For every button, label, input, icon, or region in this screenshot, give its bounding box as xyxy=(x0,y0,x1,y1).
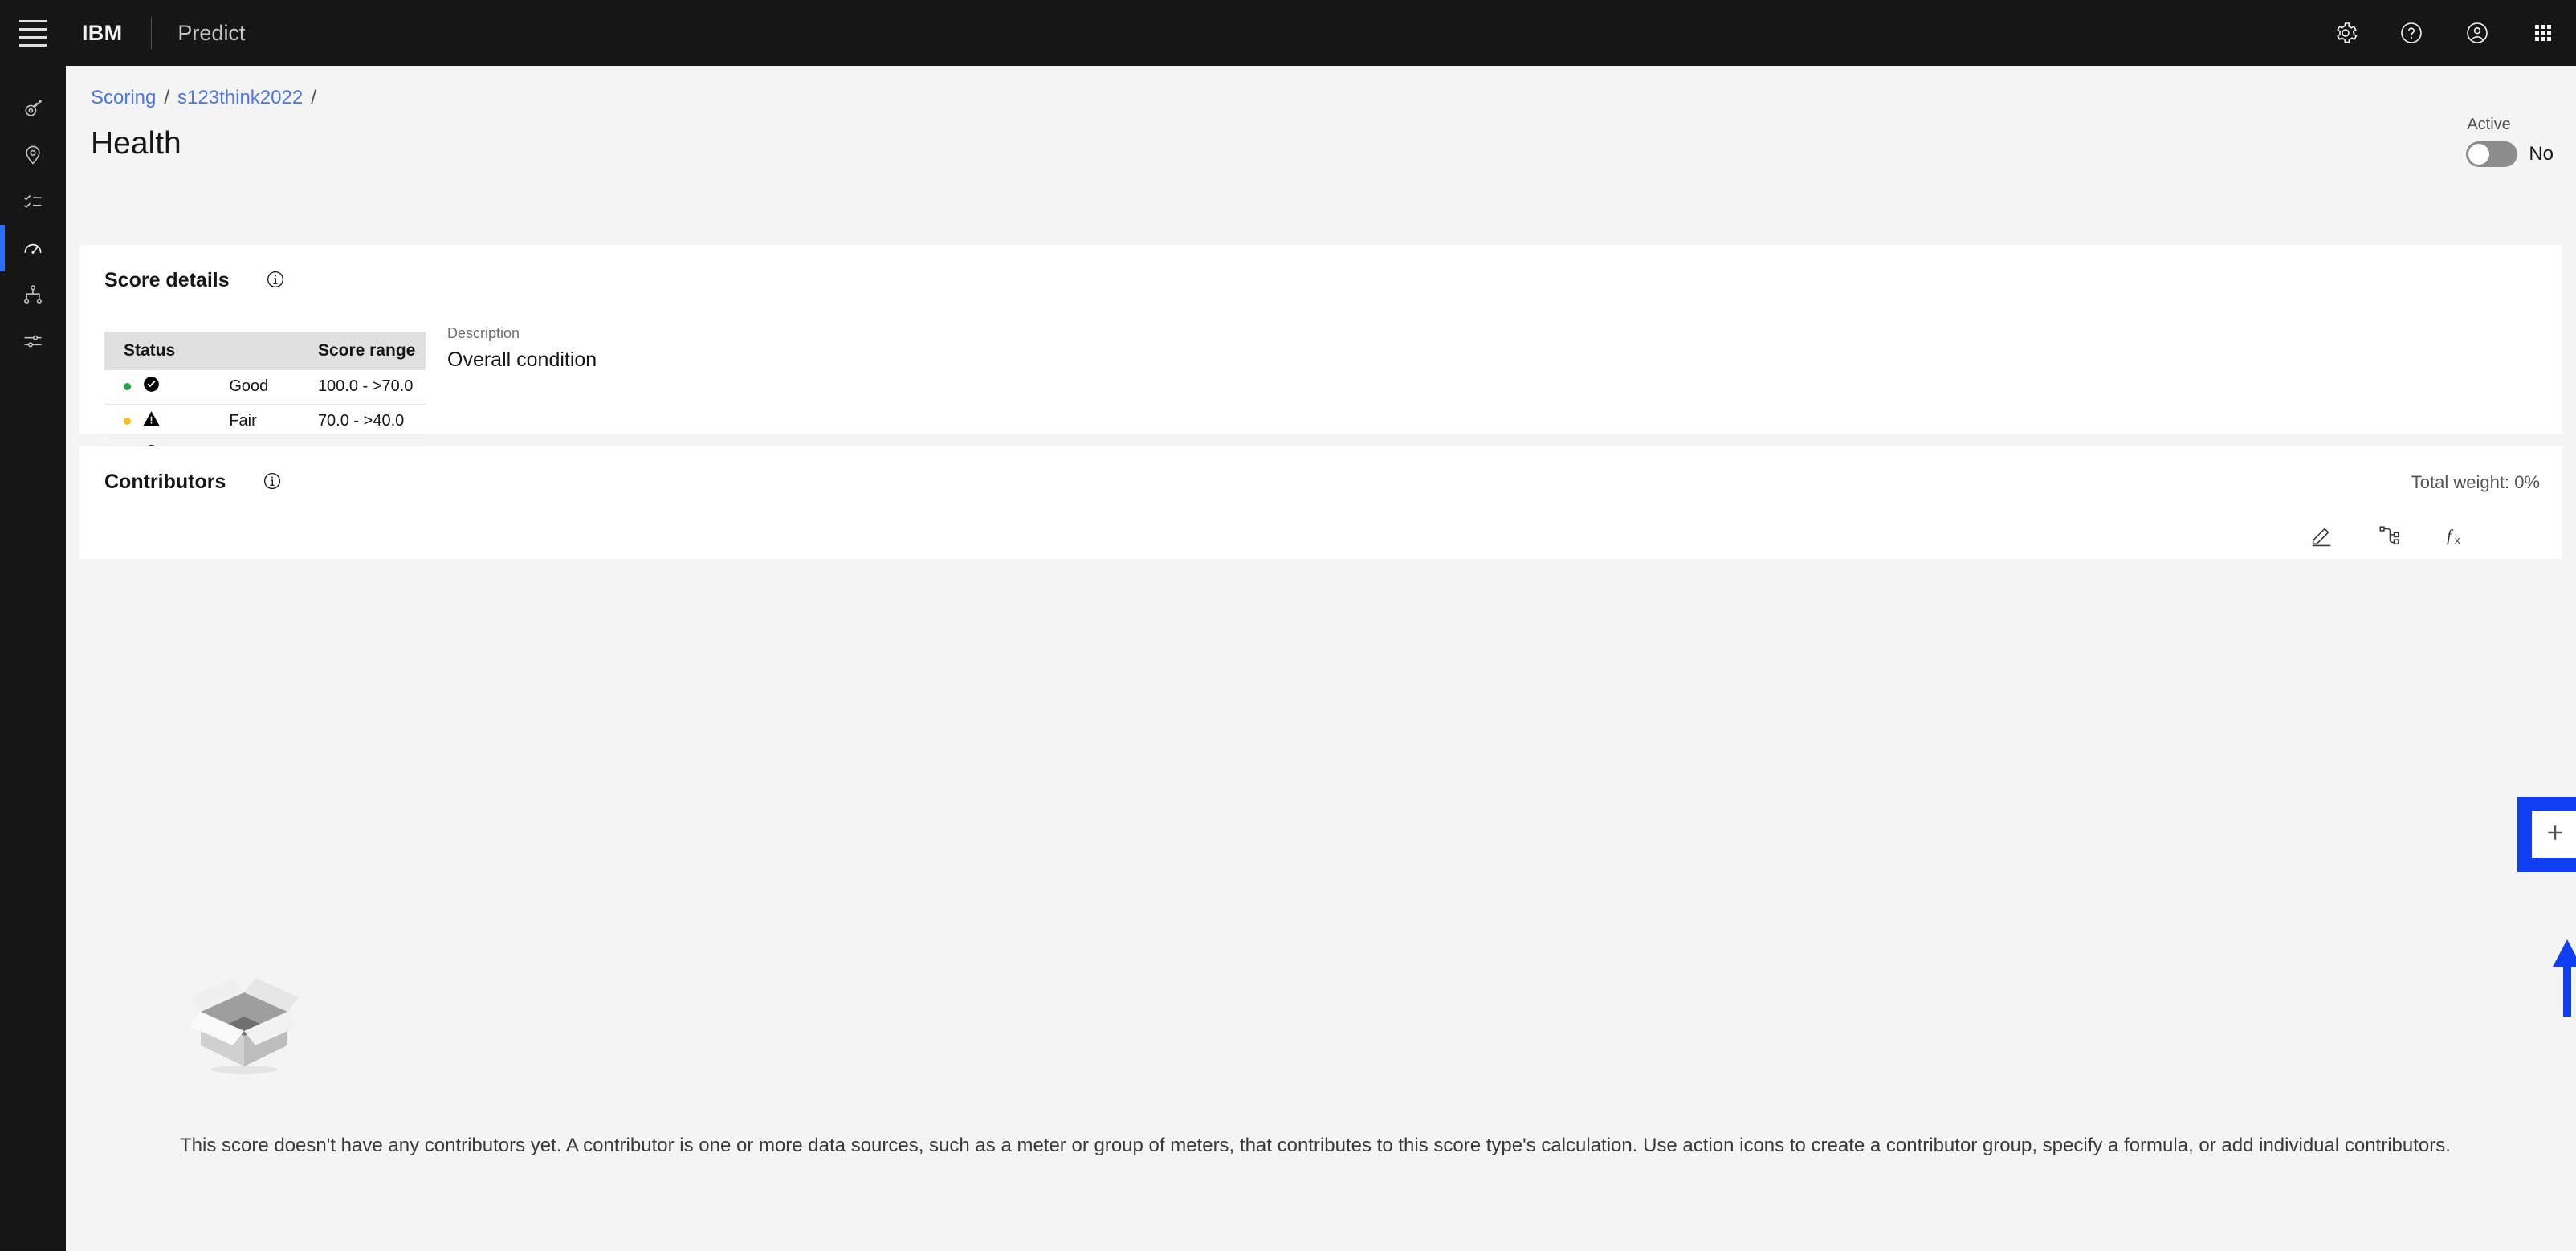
active-toggle-value: No xyxy=(2529,143,2554,165)
left-sidebar xyxy=(0,66,66,1251)
contributor-actions: f x xyxy=(2298,514,2550,560)
score-range-value: 100.0 - >70.0 xyxy=(317,370,426,405)
active-toggle-label: Active xyxy=(2467,116,2511,133)
sidebar-item-scoring[interactable] xyxy=(0,225,66,271)
sidebar-item-settings[interactable] xyxy=(0,318,66,365)
gear-icon[interactable] xyxy=(2313,0,2378,66)
sliders-icon xyxy=(22,330,44,352)
formula-button[interactable]: f x xyxy=(2435,514,2481,560)
brand-name: IBM xyxy=(82,20,123,45)
hamburger-menu-icon[interactable] xyxy=(0,0,66,66)
status-indicator-cell xyxy=(104,404,230,438)
up-arrow-annotation xyxy=(2553,939,2576,1017)
gauge-meter-icon xyxy=(22,237,44,259)
description-label: Description xyxy=(447,325,520,341)
plus-icon xyxy=(2544,821,2566,848)
asset-tag-icon xyxy=(22,97,44,120)
user-avatar-icon[interactable] xyxy=(2444,0,2510,66)
add-contributor-highlight xyxy=(2517,797,2576,872)
breadcrumb-item-asset[interactable]: s123think2022 xyxy=(177,87,303,109)
location-pin-icon xyxy=(22,144,44,166)
checklist-icon xyxy=(22,190,44,213)
table-row: Fair 70.0 - >40.0 xyxy=(104,404,426,438)
table-header-row: Status Score range xyxy=(104,332,426,370)
brand-divider xyxy=(151,17,153,49)
status-label: Fair xyxy=(229,404,318,438)
empty-state-message: This score doesn't have any contributors… xyxy=(180,1135,2451,1156)
information-icon[interactable] xyxy=(266,270,285,293)
edit-button[interactable] xyxy=(2298,514,2345,560)
warning-filled-icon xyxy=(142,410,161,433)
total-weight-label: Total weight: 0% xyxy=(2411,472,2540,492)
column-header-score-range: Score range xyxy=(317,332,426,370)
breadcrumb-item-scoring[interactable]: Scoring xyxy=(91,87,156,109)
description-block: Description Overall condition xyxy=(447,325,597,372)
main-content: Scoring / s123think2022 / Health Active … xyxy=(66,66,2576,1251)
function-fx-icon: f x xyxy=(2445,523,2471,552)
score-details-card: Score details Status Score range Good 10… xyxy=(79,245,2562,463)
breadcrumb-separator: / xyxy=(164,87,170,108)
status-dot xyxy=(124,417,131,425)
pencil-icon xyxy=(2309,524,2333,552)
contributors-card: Contributors Total weight: 0% f x xyxy=(79,446,2562,559)
active-toggle-row: No xyxy=(2466,141,2554,167)
hierarchy-group-icon xyxy=(2378,524,2402,552)
description-value: Overall condition xyxy=(447,348,597,371)
breadcrumb-separator-trailing: / xyxy=(311,87,316,108)
column-header-status: Status xyxy=(104,332,318,370)
top-bar-actions xyxy=(2313,0,2576,66)
sidebar-item-work-orders[interactable] xyxy=(0,178,66,225)
breadcrumb: Scoring / s123think2022 / xyxy=(91,87,316,109)
table-row: Good 100.0 - >70.0 xyxy=(104,370,426,405)
empty-box-icon xyxy=(180,965,308,1074)
top-navigation-bar: IBM Predict xyxy=(0,0,2576,66)
status-dot xyxy=(124,383,131,391)
app-switcher-icon[interactable] xyxy=(2510,0,2576,66)
active-toggle-group: Active No xyxy=(2466,116,2554,167)
sidebar-item-hierarchy[interactable] xyxy=(0,271,66,318)
score-range-value: 70.0 - >40.0 xyxy=(317,404,426,438)
page-title: Health xyxy=(91,126,181,161)
hierarchy-tree-icon xyxy=(22,283,44,306)
toggle-knob xyxy=(2468,144,2490,165)
information-icon[interactable] xyxy=(263,471,282,495)
checkmark-filled-icon xyxy=(142,375,161,398)
score-details-title: Score details xyxy=(104,269,230,291)
active-toggle[interactable] xyxy=(2466,141,2518,167)
status-label: Good xyxy=(229,370,318,405)
svg-text:f: f xyxy=(2447,526,2454,545)
sidebar-item-assets[interactable] xyxy=(0,85,66,132)
contributors-title: Contributors xyxy=(104,471,226,493)
svg-text:x: x xyxy=(2455,534,2460,546)
sidebar-item-locations[interactable] xyxy=(0,132,66,178)
product-name: Predict xyxy=(177,20,246,45)
help-icon[interactable] xyxy=(2378,0,2444,66)
create-group-button[interactable] xyxy=(2366,514,2413,560)
add-contributor-button[interactable] xyxy=(2532,811,2576,858)
status-indicator-cell xyxy=(104,370,230,405)
